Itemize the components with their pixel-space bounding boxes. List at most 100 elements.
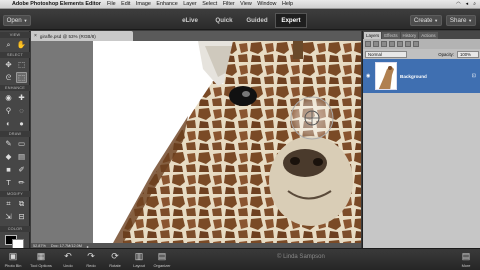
clone-stamp-tool-icon[interactable]: ⚲	[3, 105, 14, 116]
menu-help[interactable]: Help	[282, 1, 293, 7]
tool-options-button[interactable]: ▦ Tool Options	[26, 250, 56, 270]
shape-tool-icon[interactable]: ■	[3, 164, 14, 175]
lock-icon: ⊡	[471, 73, 476, 79]
menu-image[interactable]: Image	[136, 1, 151, 7]
menu-window[interactable]: Window	[257, 1, 276, 7]
blur-tool-icon[interactable]: ◌	[16, 105, 27, 116]
hand-tool-icon[interactable]: ✋	[16, 39, 27, 50]
tab-effects[interactable]: Effects	[382, 32, 400, 39]
crop-tool-icon[interactable]: ⌗	[3, 198, 14, 209]
menu-enhance[interactable]: Enhance	[156, 1, 177, 7]
photo-bin-button[interactable]: ▣ Photo Bin	[2, 250, 24, 270]
section-enhance-label: ENHANCE	[0, 85, 30, 91]
menu-file[interactable]: File	[107, 1, 116, 7]
create-button[interactable]: Create ▼	[410, 15, 442, 26]
tab-elive[interactable]: eLive	[176, 13, 204, 28]
document-tab-title: giraffe.psd @ 53% (RGB/8)	[39, 33, 96, 39]
type-tool-icon[interactable]: T	[3, 177, 14, 188]
watermark: © Linda Sampson	[277, 254, 325, 260]
chevron-down-icon: ▼	[468, 18, 473, 23]
straighten-tool-icon[interactable]: ⊟	[16, 211, 27, 222]
panel-tabs: Layers Effects History Actions	[363, 31, 480, 39]
volume-icon[interactable]: ◂	[466, 1, 469, 7]
content-move-tool-icon[interactable]: ⇲	[3, 211, 14, 222]
share-label: Share	[449, 17, 467, 24]
move-tool-icon[interactable]: ✥	[3, 59, 14, 70]
more-button[interactable]: ▤ More	[456, 250, 476, 270]
menu-edit[interactable]: Edit	[121, 1, 130, 7]
menu-bar: Adobe Photoshop Elements Editor File Edi…	[0, 0, 480, 9]
tab-actions[interactable]: Actions	[419, 32, 438, 39]
section-view-label: VIEW	[0, 32, 30, 38]
undo-button[interactable]: ↶ Undo	[59, 250, 77, 270]
rotate-button[interactable]: ⟳ Rotate	[104, 250, 126, 270]
menu-view[interactable]: View	[240, 1, 252, 7]
rotate-icon: ⟳	[111, 251, 119, 261]
photo-bin-icon: ▣	[8, 251, 18, 261]
new-layer-icon[interactable]	[365, 41, 371, 47]
tab-history[interactable]: History	[400, 32, 419, 39]
red-eye-tool-icon[interactable]: ◉	[3, 92, 14, 103]
section-draw-label: DRAW	[0, 131, 30, 137]
quick-selection-tool-icon[interactable]: ⬚	[16, 72, 27, 83]
opacity-label: Opacity:	[438, 51, 454, 57]
organizer-button[interactable]: ▤ Organizer	[149, 250, 175, 270]
eye-icon[interactable]: ◉	[366, 73, 372, 79]
open-label: Open	[6, 17, 22, 24]
document-tab[interactable]: × giraffe.psd @ 53% (RGB/8)	[31, 31, 133, 41]
marquee-tool-icon[interactable]: ⬚	[16, 59, 27, 70]
open-button[interactable]: Open ▼	[3, 15, 31, 26]
lock-icon[interactable]	[397, 41, 403, 47]
layout-icon: ▥	[134, 251, 144, 261]
section-modify-label: MODIFY	[0, 191, 30, 197]
close-icon[interactable]: ×	[34, 33, 37, 39]
tab-layers[interactable]: Layers	[364, 32, 382, 39]
section-select-label: SELECT	[0, 52, 30, 58]
organizer-label: Organizer	[153, 263, 171, 268]
wifi-icon[interactable]: ◠	[456, 1, 460, 7]
redo-label: Redo	[86, 263, 96, 268]
eraser-tool-icon[interactable]: ▭	[16, 138, 27, 149]
zoom-tool-icon[interactable]: ⌕	[3, 39, 14, 50]
tab-quick[interactable]: Quick	[210, 13, 238, 28]
pencil-tool-icon[interactable]: ✏	[16, 177, 27, 188]
app-name[interactable]: Adobe Photoshop Elements Editor	[12, 1, 101, 7]
opacity-field[interactable]: 100%	[457, 50, 479, 58]
eyedropper-tool-icon[interactable]: ✐	[16, 164, 27, 175]
adjustment-layer-icon[interactable]	[381, 41, 387, 47]
menu-layer[interactable]: Layer	[183, 1, 197, 7]
blend-mode-select[interactable]: Normal	[365, 50, 407, 58]
layout-button[interactable]: ▥ Layout	[128, 250, 150, 270]
tab-guided[interactable]: Guided	[242, 13, 272, 28]
bottom-bar: ▣ Photo Bin ▦ Tool Options ↶ Undo ↷ Redo ⟳ Ro…	[0, 248, 480, 270]
undo-icon: ↶	[64, 251, 72, 261]
undo-label: Undo	[63, 263, 73, 268]
menu-filter[interactable]: Filter	[223, 1, 235, 7]
layer-mask-icon[interactable]	[389, 41, 395, 47]
new-group-icon[interactable]	[373, 41, 379, 47]
lasso-tool-icon[interactable]: ᘓ	[3, 72, 14, 83]
rotate-label: Rotate	[109, 263, 121, 268]
lock-all-icon[interactable]	[405, 41, 411, 47]
spot-healing-tool-icon[interactable]: ✚	[16, 92, 27, 103]
layers-panel: Layers Effects History Actions Normal Op…	[362, 31, 480, 248]
brush-tool-icon[interactable]: ✎	[3, 138, 14, 149]
redo-button[interactable]: ↷ Redo	[82, 250, 100, 270]
layer-options-row	[363, 39, 480, 49]
menu-select[interactable]: Select	[202, 1, 217, 7]
layer-row-background[interactable]: ◉ Background ⊡	[363, 59, 480, 93]
trash-icon[interactable]	[413, 41, 419, 47]
share-button[interactable]: Share ▼	[446, 15, 476, 26]
tab-expert[interactable]: Expert	[275, 13, 307, 28]
layout-label: Layout	[133, 263, 145, 268]
dodge-tool-icon[interactable]: ●	[16, 118, 27, 129]
search-icon[interactable]: ⌕	[473, 1, 476, 7]
giraffe-photo[interactable]	[93, 41, 361, 243]
layer-thumbnail	[375, 62, 397, 90]
gradient-tool-icon[interactable]: ▤	[16, 151, 27, 162]
sponge-tool-icon[interactable]: ◐	[3, 118, 14, 129]
layer-name: Background	[400, 73, 427, 79]
recompose-tool-icon[interactable]: ⧉	[16, 198, 27, 209]
more-icon: ▤	[461, 251, 471, 261]
paint-bucket-tool-icon[interactable]: ◆	[3, 151, 14, 162]
